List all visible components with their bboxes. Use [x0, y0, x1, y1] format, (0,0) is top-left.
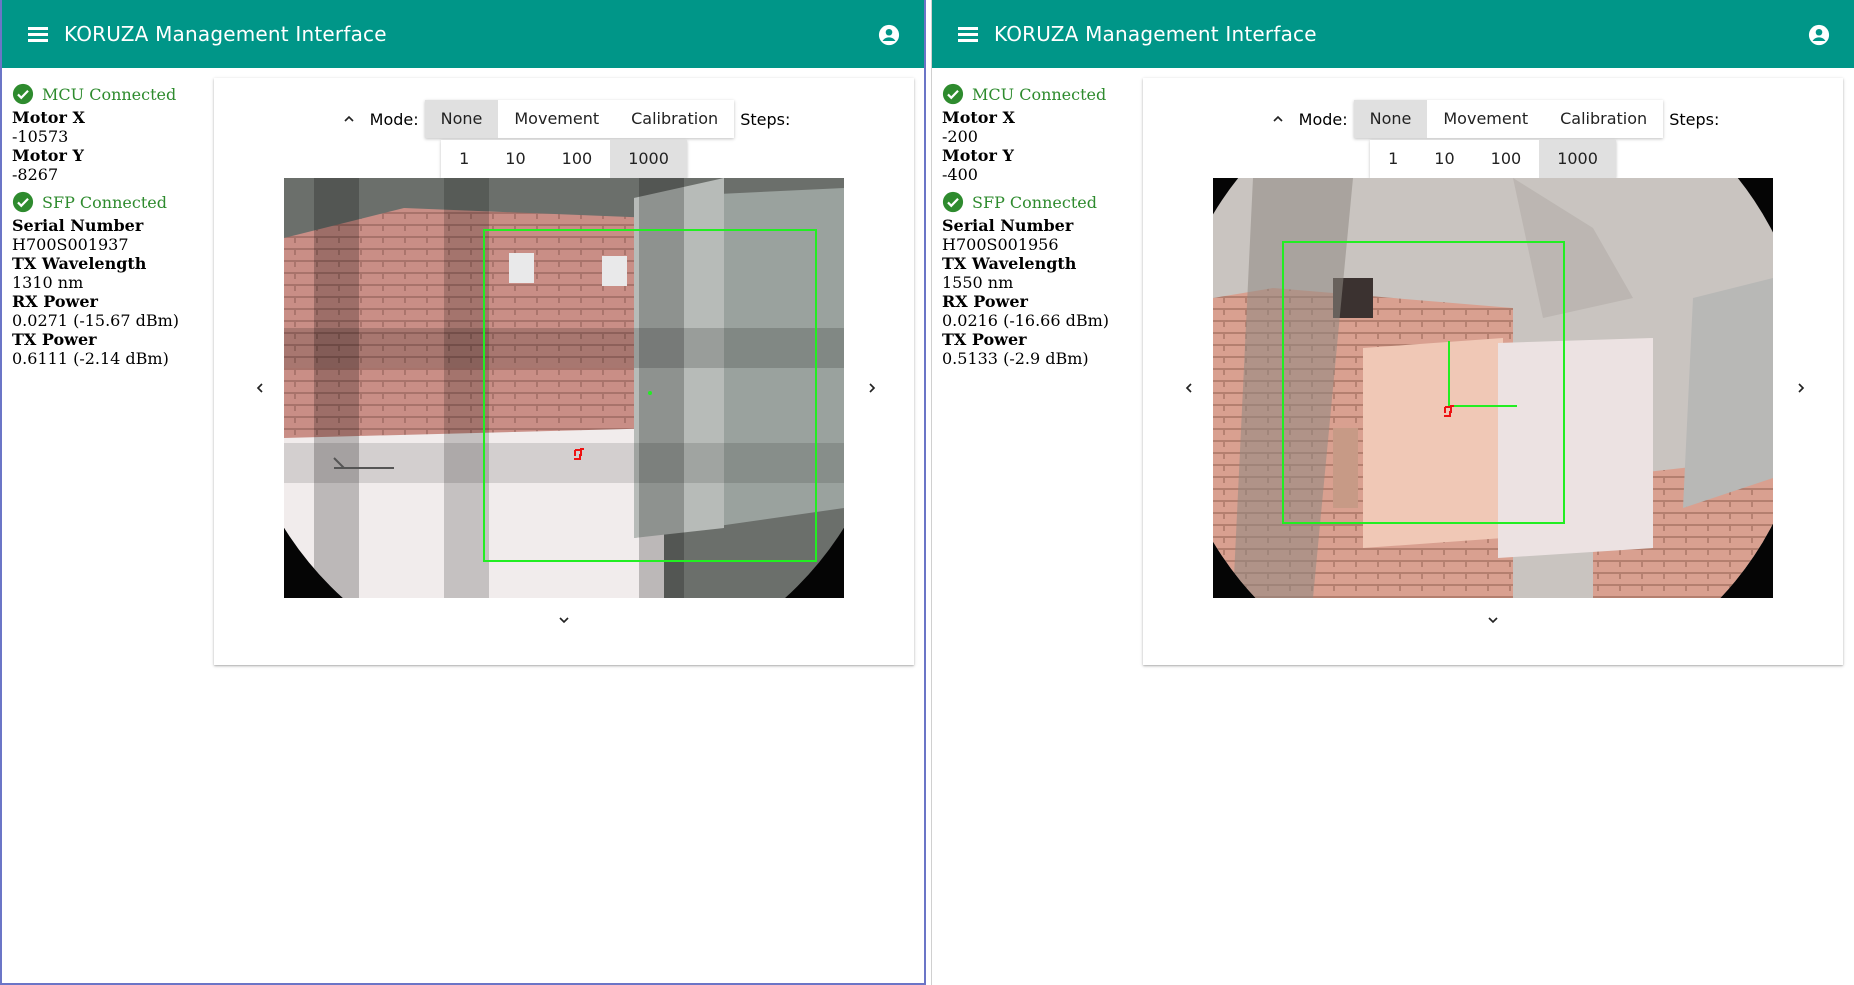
app-title: KORUZA Management Interface: [64, 22, 387, 46]
chevron-left-icon[interactable]: [248, 376, 272, 400]
motor-x-value: -10573: [12, 127, 69, 146]
step-1000-button[interactable]: 1000: [1539, 140, 1616, 178]
mode-label: Mode:: [1298, 109, 1348, 129]
steps-toggle-group: 1 10 100 1000: [1370, 140, 1616, 178]
motor-y-label: Motor Y: [12, 146, 84, 165]
app-bar: KORUZA Management Interface: [932, 0, 1854, 68]
step-1-button[interactable]: 1: [441, 140, 487, 178]
rx-power-value: 0.0216 (-16.66 dBm): [942, 311, 1110, 330]
tx-power-label: TX Power: [942, 330, 1027, 349]
chevron-left-icon[interactable]: [1177, 376, 1201, 400]
mode-movement-button[interactable]: Movement: [498, 100, 615, 138]
mcu-status: MCU Connected: [12, 82, 202, 106]
steps-label: Steps:: [740, 109, 791, 129]
tx-power-value: 0.5133 (-2.9 dBm): [942, 349, 1089, 368]
steps-row: 1 10 100 1000: [1143, 140, 1843, 178]
tx-wavelength-value: 1550 nm: [942, 273, 1014, 292]
chevron-up-icon[interactable]: [338, 108, 360, 130]
serial-number-value: H700S001956: [942, 235, 1059, 254]
rx-power-label: RX Power: [12, 292, 98, 311]
mcu-status-text: MCU Connected: [972, 84, 1107, 104]
check-circle-icon: [942, 191, 964, 213]
tx-wavelength-value: 1310 nm: [12, 273, 84, 292]
motor-x-value: -200: [942, 127, 978, 146]
mode-calibration-button[interactable]: Calibration: [1544, 100, 1663, 138]
mode-calibration-button[interactable]: Calibration: [615, 100, 734, 138]
step-1000-button[interactable]: 1000: [610, 140, 687, 178]
tx-wavelength-label: TX Wavelength: [12, 254, 147, 273]
step-100-button[interactable]: 100: [1473, 140, 1540, 178]
motor-x-label: Motor X: [942, 108, 1015, 127]
serial-number-label: Serial Number: [12, 216, 144, 235]
sfp-status: SFP Connected: [12, 190, 202, 214]
app-title: KORUZA Management Interface: [994, 22, 1317, 46]
motor-y-value: -400: [942, 165, 978, 184]
motor-y-value: -8267: [12, 165, 59, 184]
mode-toggle-group: None Movement Calibration: [424, 100, 735, 138]
check-circle-icon: [12, 83, 34, 105]
serial-number-label: Serial Number: [942, 216, 1074, 235]
app-bar: KORUZA Management Interface: [2, 0, 924, 68]
motor-x-label: Motor X: [12, 108, 85, 127]
steps-toggle-group: 1 10 100 1000: [441, 140, 687, 178]
mode-row: Mode: None Movement Calibration Steps:: [214, 100, 914, 138]
sfp-status: SFP Connected: [942, 190, 1132, 214]
sfp-status-text: SFP Connected: [42, 192, 167, 212]
camera-view[interactable]: [284, 178, 844, 598]
serial-number-value: H700S001937: [12, 235, 129, 254]
koruza-panel-left: KORUZA Management Interface MCU Connecte…: [0, 0, 926, 985]
check-circle-icon: [942, 83, 964, 105]
chevron-down-icon[interactable]: [552, 608, 576, 632]
mcu-status-text: MCU Connected: [42, 84, 177, 104]
tx-power-label: TX Power: [12, 330, 97, 349]
tx-power-value: 0.6111 (-2.14 dBm): [12, 349, 169, 368]
motor-y-label: Motor Y: [942, 146, 1014, 165]
status-sidebar: MCU Connected Motor X -200 Motor Y -400 …: [942, 82, 1132, 368]
camera-view[interactable]: [1213, 178, 1773, 598]
mode-none-button[interactable]: None: [424, 100, 499, 138]
mode-label: Mode:: [369, 109, 419, 129]
mcu-status: MCU Connected: [942, 82, 1132, 106]
tx-wavelength-label: TX Wavelength: [942, 254, 1077, 273]
check-circle-icon: [12, 191, 34, 213]
camera-card: Mode: None Movement Calibration Steps: 1…: [1143, 78, 1843, 665]
step-10-button[interactable]: 10: [487, 140, 543, 178]
chevron-right-icon[interactable]: [860, 376, 884, 400]
chevron-up-icon[interactable]: [1267, 108, 1289, 130]
step-10-button[interactable]: 10: [1416, 140, 1472, 178]
account-circle-icon[interactable]: [878, 24, 900, 46]
menu-icon[interactable]: [28, 26, 50, 42]
step-1-button[interactable]: 1: [1370, 140, 1416, 178]
mode-toggle-group: None Movement Calibration: [1353, 100, 1664, 138]
steps-label: Steps:: [1669, 109, 1720, 129]
chevron-right-icon[interactable]: [1789, 376, 1813, 400]
mode-none-button[interactable]: None: [1353, 100, 1428, 138]
rx-power-value: 0.0271 (-15.67 dBm): [12, 311, 180, 330]
sfp-status-text: SFP Connected: [972, 192, 1097, 212]
mode-row: Mode: None Movement Calibration Steps:: [1143, 100, 1843, 138]
rx-power-label: RX Power: [942, 292, 1028, 311]
step-100-button[interactable]: 100: [544, 140, 611, 178]
steps-row: 1 10 100 1000: [214, 140, 914, 178]
account-circle-icon[interactable]: [1808, 24, 1830, 46]
mode-movement-button[interactable]: Movement: [1427, 100, 1544, 138]
koruza-panel-right: KORUZA Management Interface MCU Connecte…: [931, 0, 1854, 985]
status-sidebar: MCU Connected Motor X -10573 Motor Y -82…: [12, 82, 202, 368]
camera-card: Mode: None Movement Calibration Steps: 1…: [214, 78, 914, 665]
menu-icon[interactable]: [958, 26, 980, 42]
chevron-down-icon[interactable]: [1481, 608, 1505, 632]
